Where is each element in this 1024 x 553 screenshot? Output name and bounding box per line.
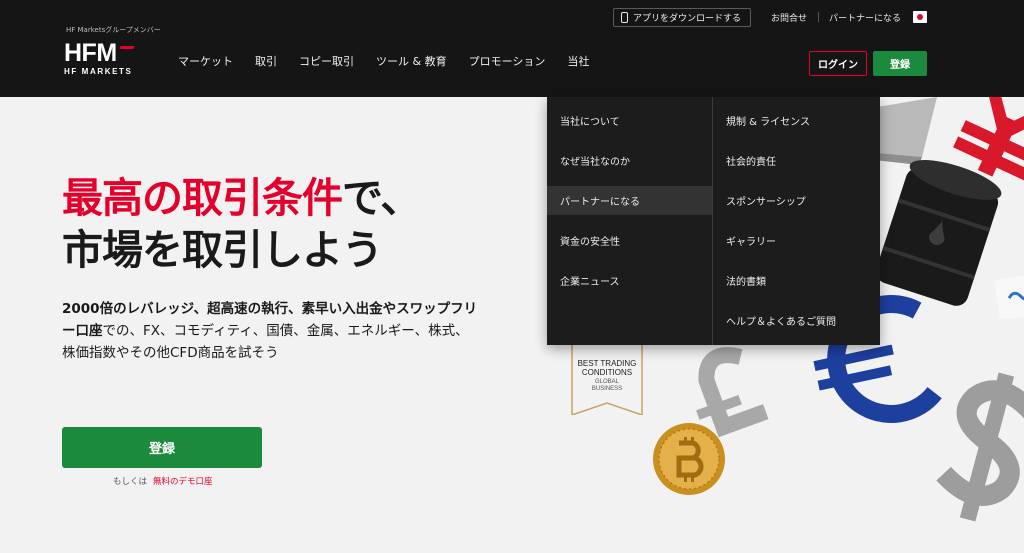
logo-subtitle: HF MARKETS	[64, 67, 133, 76]
nav-item-tools-education[interactable]: ツール & 教育	[376, 53, 447, 69]
demo-account-link[interactable]: 無料のデモ口座	[153, 477, 213, 487]
nav-item-markets[interactable]: マーケット	[178, 53, 233, 69]
hero-title-line-1: 最高の取引条件で、	[62, 172, 421, 224]
logo-wordmark: HFM	[64, 39, 135, 67]
demo-account-line: もしくは 無料のデモ口座	[113, 475, 213, 487]
nav-item-company[interactable]: 当社	[567, 53, 589, 69]
dropdown-item-sponsorship[interactable]: スポンサーシップ	[713, 186, 880, 215]
demo-prefix: もしくは	[113, 477, 148, 487]
dropdown-item-regulation[interactable]: 規制 & ライセンス	[713, 106, 880, 135]
logo-text: HFM	[64, 39, 117, 67]
dropdown-item-fund-safety[interactable]: 資金の安全性	[547, 226, 712, 255]
login-button[interactable]: ログイン	[809, 51, 867, 76]
award-line-4: BUSINESS	[591, 386, 623, 392]
hero-register-button[interactable]: 登録	[62, 427, 262, 468]
app-download-button[interactable]: アプリをダウンロードする	[613, 8, 751, 27]
dollar-symbol-shape	[936, 372, 1024, 522]
dropdown-item-why-us[interactable]: なぜ当社なのか	[547, 146, 712, 175]
award-line-1: BEST TRADING	[577, 359, 637, 368]
mobile-phone-icon	[621, 12, 628, 23]
app-download-label: アプリをダウンロードする	[633, 14, 742, 24]
card-shape	[994, 274, 1024, 320]
nav-item-copy-trading[interactable]: コピー取引	[299, 53, 354, 69]
pound-symbol-shape	[696, 347, 769, 438]
main-nav: マーケット 取引 コピー取引 ツール & 教育 プロモーション 当社	[178, 53, 589, 69]
company-dropdown-menu: 当社について なぜ当社なのか パートナーになる 資金の安全性 企業ニュース 規制…	[547, 97, 880, 345]
hero-title: 最高の取引条件で、 市場を取引しよう	[62, 172, 421, 276]
hero-description-rest: での、FX、コモディティ、国債、金属、エネルギー、株式、株価指数やその他CFD商…	[62, 323, 469, 361]
bitcoin-coin-shape	[653, 423, 725, 495]
group-tagline: HF Marketsグループメンバー	[66, 26, 161, 34]
hfm-logo[interactable]: HFM HF MARKETS	[64, 40, 144, 82]
dropdown-item-social-responsibility[interactable]: 社会的責任	[713, 146, 880, 175]
award-badge: BEST TRADING CONDITIONS GLOBAL BUSINESS	[570, 345, 644, 415]
hero-title-highlight: 最高の取引条件	[62, 174, 343, 222]
top-link-divider	[818, 12, 819, 22]
header-register-button[interactable]: 登録	[873, 51, 927, 76]
hero-title-line-2: 市場を取引しよう	[62, 226, 383, 274]
become-partner-link[interactable]: パートナーになる	[829, 11, 901, 24]
dropdown-item-become-partner[interactable]: パートナーになる	[547, 186, 712, 215]
dropdown-item-help-faq[interactable]: ヘルプ＆よくあるご質問	[713, 306, 880, 335]
award-line-2: CONDITIONS	[581, 368, 633, 377]
site-header: HF Marketsグループメンバー HFM HF MARKETS マーケット …	[0, 0, 1024, 97]
japan-flag-icon[interactable]	[913, 11, 927, 23]
award-line-3: GLOBAL	[594, 379, 619, 385]
hero-description: 2000倍のレバレッジ、超高速の執行、素早い入出金やスワップフリー口座での、FX…	[62, 298, 482, 364]
dropdown-item-company-news[interactable]: 企業ニュース	[547, 266, 712, 295]
hero-title-line-1-rest: で、	[342, 174, 421, 222]
dropdown-item-about-us[interactable]: 当社について	[547, 106, 712, 135]
nav-item-promotions[interactable]: プロモーション	[469, 53, 546, 69]
dropdown-item-legal-documents[interactable]: 法的書類	[713, 266, 880, 295]
dropdown-item-gallery[interactable]: ギャラリー	[713, 226, 880, 255]
yen-symbol-shape	[953, 97, 1024, 182]
contact-link[interactable]: お問合せ	[771, 11, 807, 24]
logo-red-accent	[119, 46, 135, 49]
oil-barrel-shape	[875, 160, 1002, 306]
nav-item-trading[interactable]: 取引	[255, 53, 277, 69]
